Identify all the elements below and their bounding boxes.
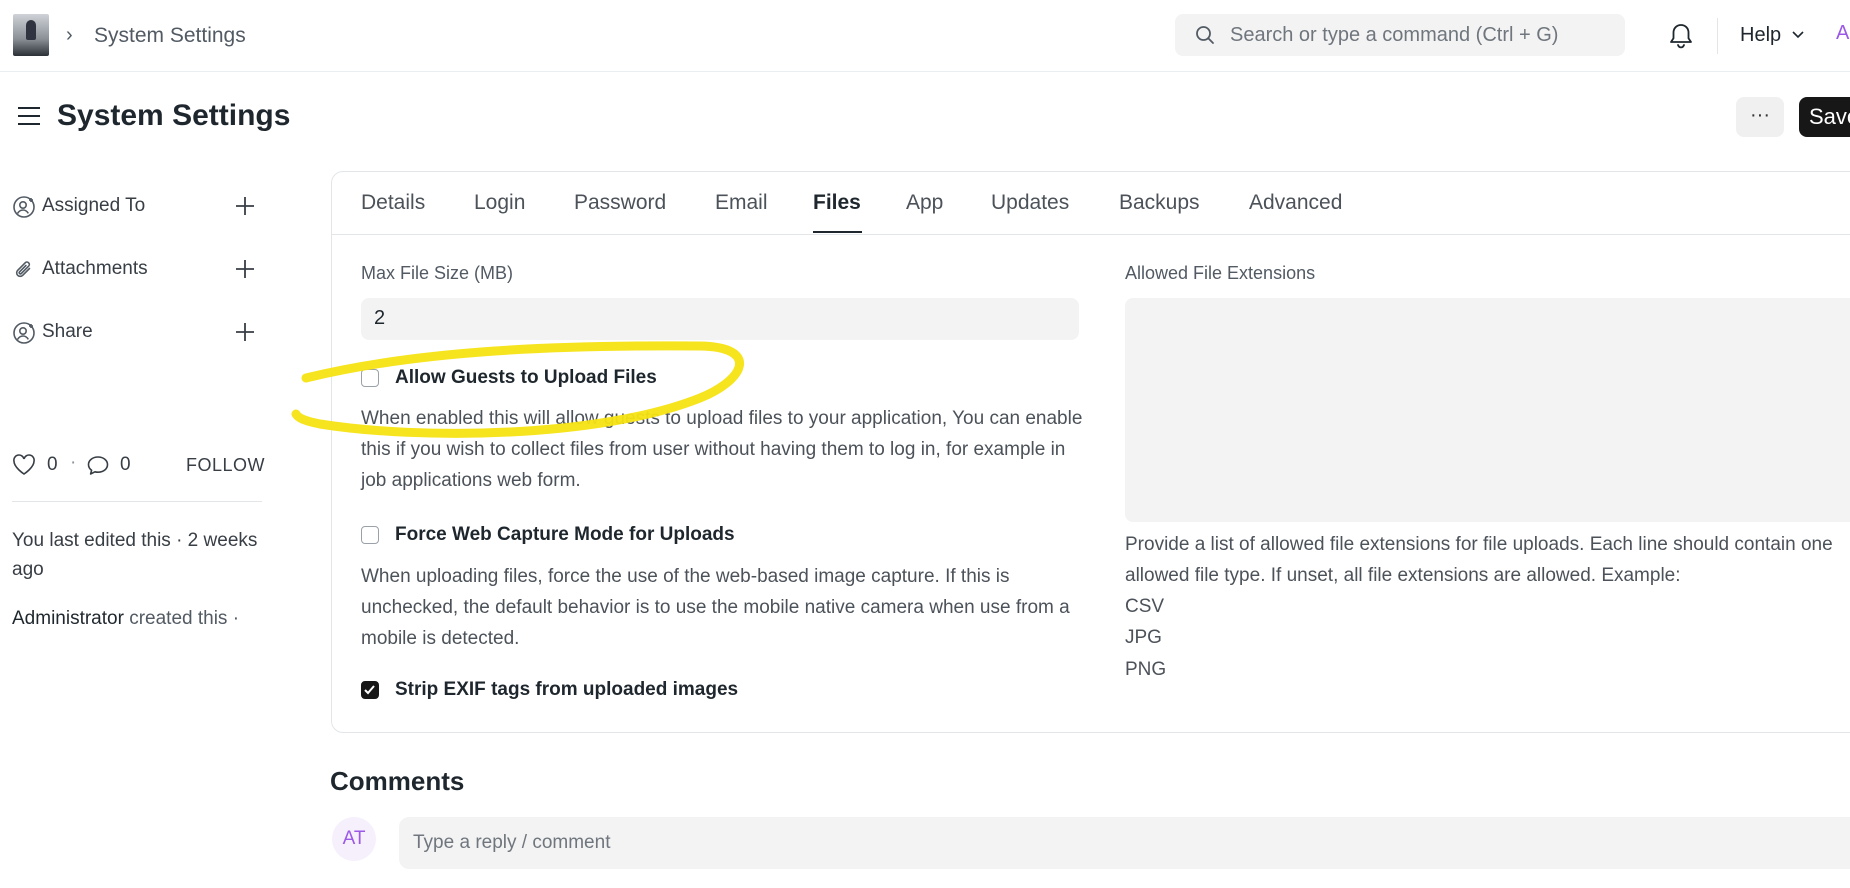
active-tab-indicator bbox=[813, 231, 862, 233]
settings-tabs: Details Login Password Email Files App U… bbox=[332, 172, 1850, 235]
extension-example: JPG bbox=[1125, 627, 1162, 648]
navbar-divider bbox=[1717, 18, 1718, 54]
tab-updates[interactable]: Updates bbox=[991, 191, 1069, 215]
breadcrumb-system-settings[interactable]: System Settings bbox=[94, 24, 246, 48]
comment-input[interactable]: Type a reply / comment bbox=[399, 817, 1850, 869]
strip-exif-label[interactable]: Strip EXIF tags from uploaded images bbox=[395, 679, 738, 701]
paperclip-icon bbox=[15, 261, 31, 278]
comments-heading: Comments bbox=[330, 766, 465, 796]
sidebar-toggle-icon[interactable] bbox=[15, 104, 43, 128]
tab-email[interactable]: Email bbox=[715, 191, 768, 215]
add-attachment-plus-icon[interactable] bbox=[233, 257, 257, 281]
created-by-text: Administrator created this · bbox=[12, 608, 274, 630]
force-web-capture-description: When uploading files, force the use of t… bbox=[361, 566, 1070, 649]
allowed-extensions-label: Allowed File Extensions bbox=[1125, 263, 1316, 283]
page-title: System Settings bbox=[57, 99, 291, 132]
separator-dot: · bbox=[70, 452, 77, 473]
user-plus-icon bbox=[13, 196, 35, 218]
sidebar-item-label: Attachments bbox=[42, 258, 148, 279]
sidebar-item-attachments[interactable]: Attachments bbox=[12, 254, 262, 284]
checkmark-icon bbox=[364, 685, 375, 695]
tab-password[interactable]: Password bbox=[574, 191, 666, 215]
save-button[interactable]: Save bbox=[1799, 97, 1850, 137]
search-icon bbox=[1196, 26, 1214, 44]
extension-example: CSV bbox=[1125, 596, 1165, 617]
comments-count: 0 bbox=[120, 454, 131, 475]
sidebar-divider bbox=[12, 501, 262, 502]
allowed-extensions-textarea[interactable] bbox=[1125, 298, 1850, 522]
allow-guests-label[interactable]: Allow Guests to Upload Files bbox=[395, 367, 657, 389]
add-share-plus-icon[interactable] bbox=[233, 320, 257, 344]
created-text: created this · bbox=[129, 608, 240, 629]
tab-advanced[interactable]: Advanced bbox=[1249, 191, 1342, 215]
strip-exif-checkbox[interactable] bbox=[361, 681, 379, 699]
search-placeholder: Search or type a command (Ctrl + G) bbox=[1230, 24, 1559, 46]
app-logo[interactable] bbox=[13, 14, 49, 56]
user-avatar[interactable]: A bbox=[1836, 22, 1849, 45]
force-web-capture-label[interactable]: Force Web Capture Mode for Uploads bbox=[395, 524, 735, 546]
sidebar-item-share[interactable]: Share bbox=[12, 317, 262, 347]
allowed-extensions-description: Provide a list of allowed file extension… bbox=[1125, 534, 1833, 586]
follow-button[interactable]: FOLLOW bbox=[186, 455, 265, 476]
heart-icon[interactable] bbox=[12, 454, 36, 476]
sidebar-item-assigned-to[interactable]: Assigned To bbox=[12, 191, 262, 221]
max-file-size-value: 2 bbox=[374, 307, 386, 329]
share-user-icon bbox=[13, 322, 35, 344]
help-dropdown[interactable]: Help bbox=[1740, 24, 1781, 47]
max-file-size-label: Max File Size (MB) bbox=[361, 263, 514, 283]
comment-placeholder: Type a reply / comment bbox=[413, 832, 611, 853]
tab-login[interactable]: Login bbox=[474, 191, 525, 215]
more-actions-button[interactable]: ··· bbox=[1736, 97, 1784, 137]
created-by-user[interactable]: Administrator bbox=[12, 608, 124, 629]
sidebar-item-label: Assigned To bbox=[42, 195, 146, 216]
max-file-size-input[interactable]: 2 bbox=[361, 298, 1079, 340]
comment-user-avatar: AT bbox=[332, 817, 376, 861]
likes-count: 0 bbox=[47, 454, 58, 475]
search-bar[interactable]: Search or type a command (Ctrl + G) bbox=[1175, 14, 1625, 56]
breadcrumb-chevron-icon: › bbox=[66, 24, 73, 46]
tab-details[interactable]: Details bbox=[361, 191, 425, 215]
tab-files[interactable]: Files bbox=[813, 191, 861, 215]
tab-backups[interactable]: Backups bbox=[1119, 191, 1200, 215]
top-navbar: › System Settings Search or type a comma… bbox=[0, 0, 1850, 72]
likes-comments-row: 0 · 0 FOLLOW bbox=[12, 452, 274, 480]
allow-guests-description: When enabled this will allow guests to u… bbox=[361, 408, 1083, 491]
last-edited-text: You last edited this · 2 weeks ago bbox=[12, 530, 258, 580]
extension-example: PNG bbox=[1125, 659, 1167, 680]
notification-bell-icon[interactable] bbox=[1668, 22, 1694, 50]
allow-guests-checkbox[interactable] bbox=[361, 369, 379, 387]
sidebar-item-label: Share bbox=[42, 321, 93, 342]
add-assignee-plus-icon[interactable] bbox=[233, 194, 257, 218]
comment-icon[interactable] bbox=[86, 454, 110, 476]
tab-app[interactable]: App bbox=[906, 191, 943, 215]
force-web-capture-checkbox[interactable] bbox=[361, 526, 379, 544]
settings-form-card: Details Login Password Email Files App U… bbox=[331, 171, 1850, 733]
chevron-down-icon[interactable] bbox=[1791, 30, 1805, 40]
